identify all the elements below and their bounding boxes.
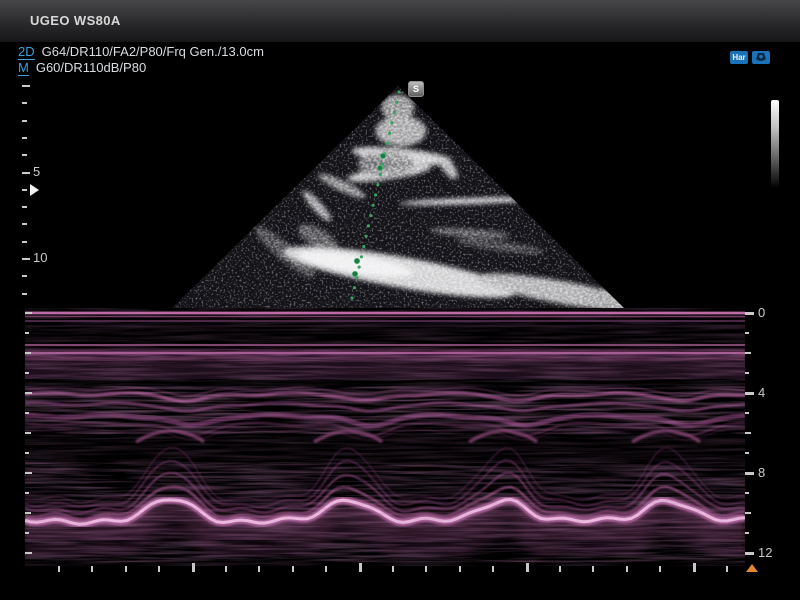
ruler-tick [626,566,628,572]
ruler-tick [745,492,749,494]
ruler-tick [125,566,127,572]
mmode-depth-label-0: 0 [758,305,765,321]
depth-label-5: 5 [33,164,40,180]
mmode-depth-label-12: 12 [758,545,772,561]
ruler-tick [745,512,751,514]
ruler-tick [292,566,294,572]
ruler-tick [25,372,29,374]
ruler-tick [745,452,749,454]
ruler-tick [745,352,751,354]
ruler-tick [22,189,27,191]
ruler-tick [158,566,160,572]
ruler-tick [22,293,27,295]
ruler-tick [22,241,27,243]
depth-label-10: 10 [33,250,47,266]
ruler-tick [745,532,749,534]
ruler-tick [22,102,27,104]
ruler-tick [22,137,27,139]
ruler-tick [425,566,427,572]
ruler-tick [325,566,327,572]
ruler-tick [25,532,29,534]
ultrasound-screen: UGEO WS80A [0,0,800,600]
ruler-tick [25,392,32,394]
ruler-tick [745,412,749,414]
grayscale-map-bar [771,100,779,188]
ruler-tick [459,566,461,572]
ruler-tick [22,258,30,260]
ruler-tick [25,472,32,474]
ruler-tick [559,566,561,572]
ruler-tick [22,154,27,156]
ruler-tick [745,332,749,334]
ruler-tick [25,412,29,414]
ruler-tick [745,432,751,434]
ruler-tick [91,566,93,572]
ruler-tick [192,563,195,572]
ruler-tick [22,275,27,277]
ruler-tick [225,566,227,572]
ruler-tick [25,312,32,314]
ruler-tick [25,552,32,554]
ruler-tick [359,563,362,572]
ruler-tick [258,566,260,572]
ruler-tick [745,392,754,395]
ruler-tick [745,372,749,374]
ruler-tick [22,85,30,87]
focus-marker-icon[interactable] [30,184,39,196]
ruler-tick [392,566,394,572]
ruler-tick [25,332,29,334]
orientation-marker: S [408,81,424,97]
ruler-tick [25,452,29,454]
ruler-tick [745,312,754,315]
mmode-depth-label-4: 4 [758,385,765,401]
mmode-depth-label-8: 8 [758,465,765,481]
ruler-tick [22,206,27,208]
ruler-tick [22,172,30,174]
ruler-tick [22,223,27,225]
ruler-tick [745,552,754,555]
ruler-tick [25,432,31,434]
ruler-tick [25,512,31,514]
ruler-tick [492,566,494,572]
ruler-tick [659,566,661,572]
ruler-tick [25,352,31,354]
ruler-tick [526,563,529,572]
sweep-marker-icon [746,564,758,572]
scales-overlay: 5 10 0 4 8 12 [0,0,800,600]
ruler-tick [592,566,594,572]
ruler-tick [726,566,728,572]
ruler-tick [22,120,27,122]
ruler-tick [25,492,29,494]
ruler-tick [693,563,696,572]
ruler-tick [745,472,754,475]
ruler-tick [58,566,60,572]
